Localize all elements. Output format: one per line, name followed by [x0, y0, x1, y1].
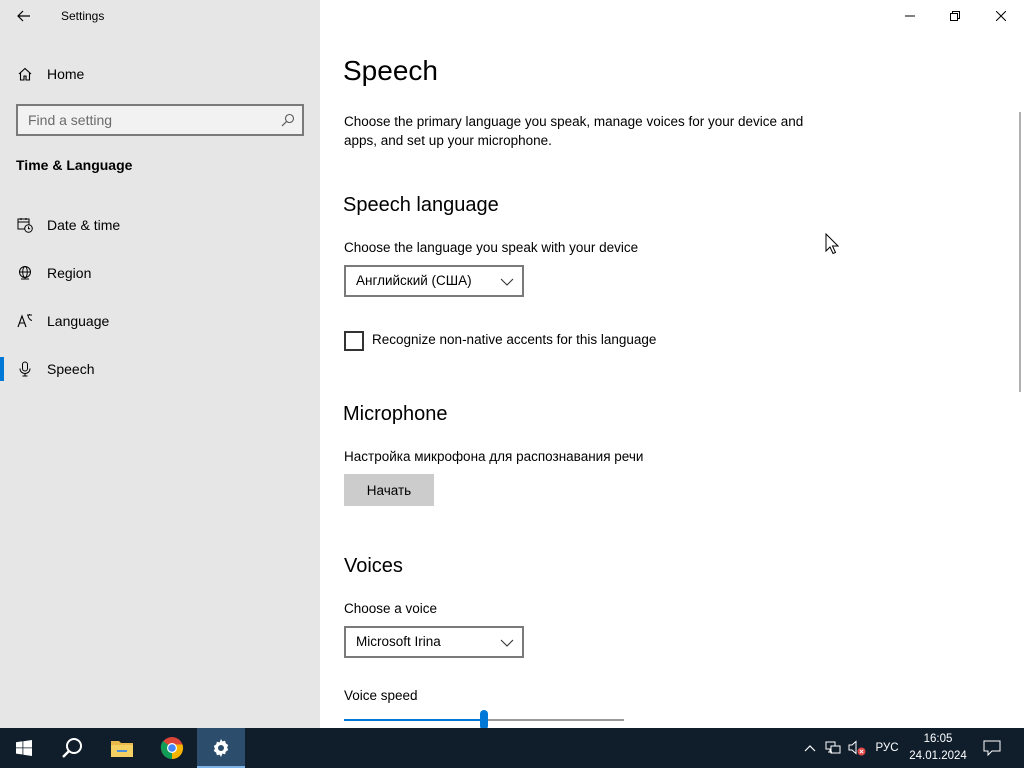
slider-thumb[interactable]: [480, 710, 488, 730]
home-label: Home: [47, 66, 85, 82]
globe-icon: [19, 266, 31, 280]
network-icon: [825, 741, 841, 754]
chevron-down-icon: [500, 278, 514, 286]
sidebar-item-label: Date & time: [47, 217, 121, 233]
start-button[interactable]: [0, 728, 48, 768]
minimize-icon: [905, 15, 915, 17]
chrome-button[interactable]: [148, 728, 196, 768]
search-taskbar-button[interactable]: [48, 728, 96, 768]
speech-language-heading: Speech language: [343, 194, 499, 216]
search-box[interactable]: [16, 104, 304, 136]
restore-icon: [950, 11, 960, 21]
voice-speed-slider[interactable]: [344, 710, 624, 730]
sidebar-item-language[interactable]: Language: [0, 301, 320, 341]
microphone-icon: [19, 361, 31, 377]
input-language-indicator[interactable]: РУС: [870, 728, 904, 768]
microphone-start-button[interactable]: Начать: [344, 474, 434, 506]
sidebar-item-region[interactable]: Region: [0, 253, 320, 293]
windows-logo-icon: [16, 740, 32, 756]
language-icon: [17, 314, 33, 328]
chevron-down-icon: [500, 639, 514, 647]
sidebar-item-label: Language: [47, 313, 110, 329]
choose-voice-label: Choose a voice: [344, 601, 438, 616]
chevron-up-icon: [804, 745, 816, 752]
sidebar-item-home[interactable]: Home: [0, 58, 320, 90]
speech-language-dropdown[interactable]: Английский (США): [344, 265, 524, 297]
voice-value: Microsoft Irina: [356, 634, 441, 649]
network-tray-button[interactable]: [822, 728, 844, 768]
volume-tray-button[interactable]: [846, 728, 868, 768]
accents-checkbox[interactable]: [344, 331, 364, 351]
restore-button[interactable]: [932, 0, 978, 32]
chrome-icon: [160, 737, 184, 760]
back-arrow-icon: [17, 10, 30, 22]
microphone-heading: Microphone: [343, 403, 448, 425]
close-button[interactable]: [978, 0, 1024, 32]
sidebar-item-date-time[interactable]: Date & time: [0, 205, 320, 245]
volume-muted-icon: [848, 740, 866, 756]
taskbar: РУС 16:05 24.01.2024: [0, 728, 1024, 768]
close-icon: [996, 11, 1006, 21]
voices-heading: Voices: [344, 555, 403, 577]
voice-dropdown[interactable]: Microsoft Irina: [344, 626, 524, 658]
speech-language-value: Английский (США): [356, 273, 472, 288]
microphone-label: Настройка микрофона для распознавания ре…: [344, 449, 644, 464]
search-icon[interactable]: [281, 113, 295, 127]
scrollbar[interactable]: [1019, 112, 1021, 392]
settings-taskbar-button[interactable]: [197, 728, 245, 768]
page-description: Choose the primary language you speak, m…: [344, 114, 804, 148]
taskbar-clock[interactable]: 16:05 24.01.2024: [906, 731, 970, 765]
action-center-button[interactable]: [978, 728, 1006, 768]
gear-icon: [213, 739, 229, 757]
folder-icon: [111, 741, 133, 757]
clock-date: 24.01.2024: [909, 750, 967, 762]
voice-speed-label: Voice speed: [344, 688, 418, 703]
show-hidden-icons-button[interactable]: [800, 728, 820, 768]
active-indicator: [0, 357, 4, 381]
home-icon: [18, 67, 32, 81]
slider-fill: [344, 719, 484, 721]
search-input[interactable]: [18, 106, 302, 134]
search-icon: [62, 738, 82, 758]
minimize-button[interactable]: [887, 0, 933, 32]
speech-language-label: Choose the language you speak with your …: [344, 240, 639, 255]
file-explorer-button[interactable]: [98, 728, 146, 768]
notification-icon: [983, 740, 1001, 756]
accents-checkbox-label[interactable]: Recognize non-native accents for this la…: [372, 332, 656, 347]
back-button[interactable]: [8, 4, 40, 28]
sidebar-item-speech[interactable]: Speech: [0, 349, 320, 389]
calendar-clock-icon: [17, 218, 33, 233]
sidebar: Settings Home Time & Language Date & tim…: [0, 0, 320, 728]
page-title: Speech: [343, 55, 438, 86]
section-title: Time & Language: [16, 157, 133, 173]
sidebar-item-label: Region: [47, 265, 92, 281]
sidebar-item-label: Speech: [47, 361, 95, 377]
app-title: Settings: [61, 9, 105, 23]
mouse-cursor-icon: [825, 233, 839, 255]
clock-time: 16:05: [923, 733, 953, 745]
